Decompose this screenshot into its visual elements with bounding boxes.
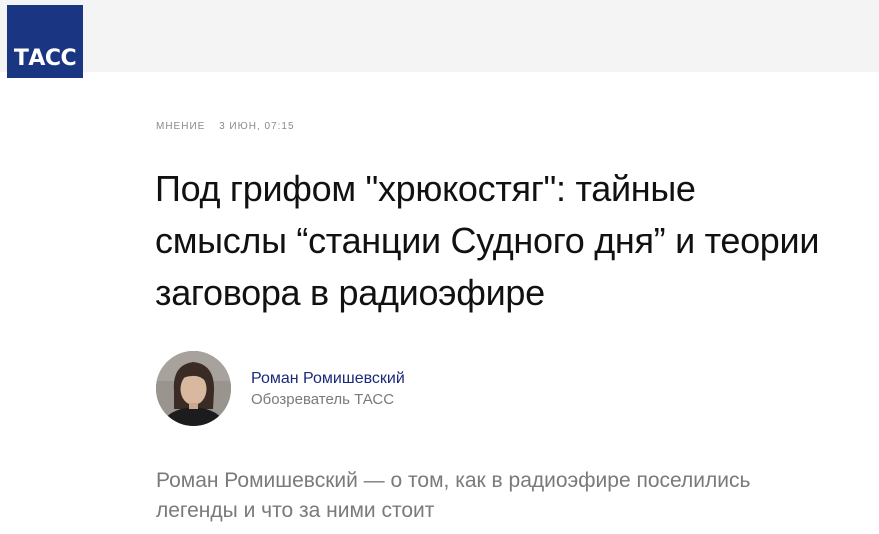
author-name-link[interactable]: Роман Ромишевский [251, 368, 405, 389]
tass-logo[interactable]: ТАСС [7, 5, 83, 78]
author-info: Роман Ромишевский Обозреватель ТАСС [251, 368, 405, 410]
logo-text: ТАСС [13, 46, 77, 71]
author-role: Обозреватель ТАСС [251, 390, 395, 408]
author-photo-icon [156, 351, 231, 426]
article-headline: Под грифом "хрюкостяг": тайные смыслы “с… [155, 168, 820, 313]
author-block: Роман Ромишевский Обозреватель ТАСС [156, 351, 405, 426]
article-date: 3 июн, 07:15 [219, 121, 295, 132]
article-rubric[interactable]: Мнение [156, 121, 205, 132]
site-header [0, 0, 879, 72]
author-avatar[interactable] [156, 351, 231, 426]
article-lead: Роман Ромишевский — о том, как в радиоэф… [156, 469, 751, 522]
article-meta: Мнение 3 июн, 07:15 [156, 121, 295, 132]
